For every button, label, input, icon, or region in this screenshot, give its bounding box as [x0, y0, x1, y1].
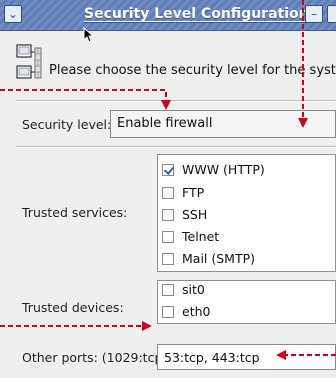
other-ports-label: Other ports: (1029:tcp) [22, 350, 168, 365]
separator [16, 146, 336, 148]
trusted-services-list: WWW (HTTP) FTP SSH Telnet Mail (SMTP) [157, 154, 336, 272]
security-config-window: ⌄ Security Level Configuration – Please … [0, 0, 336, 378]
separator [16, 100, 336, 102]
other-ports-input[interactable]: 53:tcp, 443:tcp [157, 344, 336, 370]
maximize-icon[interactable] [327, 5, 336, 23]
checkbox[interactable] [162, 231, 174, 243]
checkbox[interactable] [162, 164, 174, 176]
firewall-icon [16, 44, 42, 79]
checkbox[interactable] [162, 253, 174, 265]
checkbox[interactable] [162, 284, 174, 296]
title-bar[interactable]: ⌄ Security Level Configuration – [0, 0, 336, 31]
trusted-devices-list: sit0 eth0 [157, 280, 336, 324]
mouse-cursor-icon [83, 27, 95, 43]
trusted-services-label: Trusted services: [22, 205, 128, 220]
security-level-select[interactable]: Enable firewall [110, 110, 336, 138]
minimize-icon[interactable]: – [305, 5, 323, 23]
checkbox[interactable] [162, 187, 174, 199]
annotation-arrow [0, 89, 171, 110]
checkbox[interactable] [162, 306, 174, 318]
checkbox[interactable] [162, 209, 174, 221]
chevron-down-icon[interactable]: ⌄ [4, 5, 22, 23]
window-title: Security Level Configuration [84, 6, 309, 22]
security-level-value: Enable firewall [117, 116, 213, 131]
other-ports-value: 53:tcp, 443:tcp [164, 350, 260, 365]
trusted-devices-label: Trusted devices: [22, 300, 124, 315]
security-level-label: Security level: [22, 117, 112, 132]
header-instruction: Please choose the security level for the… [49, 63, 336, 78]
